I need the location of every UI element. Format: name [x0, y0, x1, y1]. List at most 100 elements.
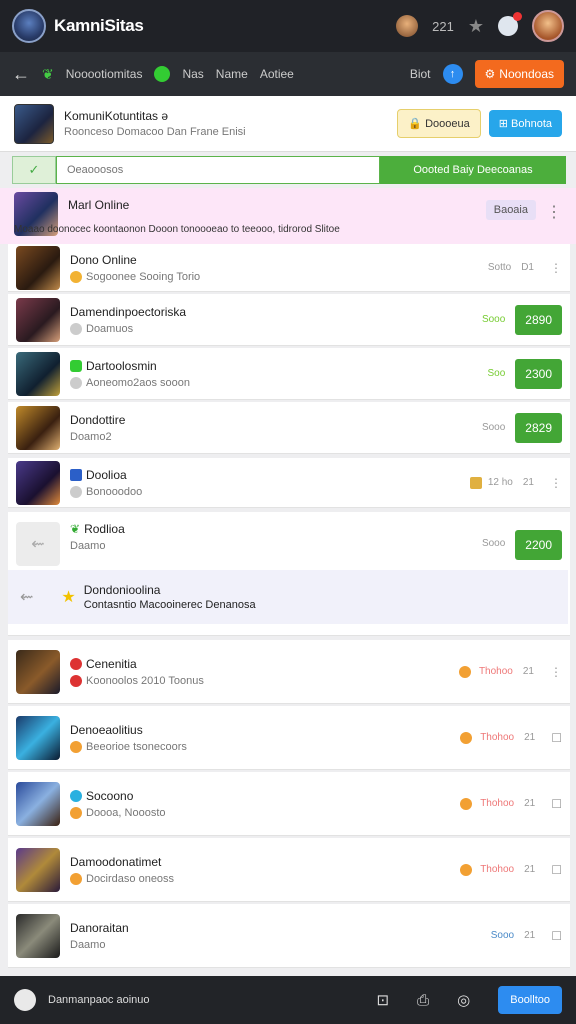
chat-bubble-icon[interactable]	[14, 989, 36, 1011]
item-meta: 12 ho	[487, 477, 513, 488]
list-item[interactable]: Dono Online Sogoonee Sooing Torio Sotto …	[8, 244, 570, 292]
more-options-icon[interactable]: ⋮	[546, 202, 562, 222]
print-icon[interactable]: ⎙	[417, 992, 429, 1009]
secondary-button-label: Doooeua	[425, 118, 470, 130]
coin-icon	[460, 797, 473, 810]
list-item[interactable]: Damoodonatimet Docirdaso oneoss Thohoo 2…	[8, 838, 570, 902]
item-meta: Thohoo	[478, 666, 513, 677]
pinned-row[interactable]: Marl Online Moaao doonocec koontaonon Do…	[0, 188, 576, 244]
check-icon[interactable]: ✓	[12, 156, 56, 184]
nav-item-2[interactable]: Name	[216, 67, 248, 81]
item-title: Dartoolosmin	[86, 358, 157, 373]
gear-icon: ⚙	[484, 67, 496, 81]
item-meta: Sotto	[487, 262, 512, 273]
item-title: Cenenitia	[86, 656, 137, 671]
list-item[interactable]: Doolioa Bonooodoo 12 ho 21 ⋮	[8, 458, 570, 508]
notification-icon[interactable]	[498, 12, 522, 36]
item-thumbnail	[16, 405, 60, 450]
item-title: Rodlioa	[84, 522, 125, 536]
arrow-icon: ⇜	[20, 589, 34, 606]
item-title: Denoeaolitius	[70, 722, 143, 737]
item-count: 21	[524, 798, 536, 809]
secondary-button[interactable]: 🔒 Doooeua	[397, 109, 481, 138]
item-title: Dono Online	[70, 252, 137, 267]
nav-item-0[interactable]: Nooootiomitas	[66, 67, 143, 81]
item-subtitle: Bonooodoo	[86, 485, 143, 498]
more-options-icon[interactable]: ⋮	[550, 261, 562, 275]
search-action-button[interactable]: Oooted Baiy Deecoanas	[380, 156, 566, 184]
placeholder-thumbnail: ⇜	[16, 522, 60, 566]
bottom-label: Danmanpaoc aoinuo	[48, 994, 150, 1006]
item-subtitle: Doamuos	[86, 322, 134, 335]
coin-icon	[70, 270, 82, 283]
item-thumbnail	[16, 649, 60, 694]
list-item[interactable]: Damendinpoectoriska Doamuos Sooo 2890	[8, 294, 570, 346]
pinned-subtitle: Moaao doonocec koontaonon Dooon tonoooea…	[14, 224, 340, 235]
nav-item-3[interactable]: Aotiee	[260, 67, 294, 81]
leaf-icon: ❦	[70, 522, 81, 536]
chat-icon	[70, 359, 82, 372]
shield-icon	[70, 468, 82, 481]
item-meta: Soo	[487, 368, 506, 379]
top-app-bar: KamniSitas 221 ★	[0, 0, 576, 52]
info-icon[interactable]: ↑	[442, 64, 463, 84]
item-thumbnail	[16, 913, 60, 958]
checkbox-icon[interactable]: ☐	[551, 863, 562, 877]
app-logo[interactable]	[12, 9, 46, 43]
list-item[interactable]: Denoeaolitius Beeorioe tsonecoors Thohoo…	[8, 706, 570, 770]
settings-icon[interactable]: ◎	[457, 991, 470, 1009]
checkbox-icon[interactable]: ☐	[551, 797, 562, 811]
star-icon: ★	[61, 589, 76, 606]
item-meta: Sooo	[481, 422, 506, 433]
info-icon	[70, 789, 82, 802]
item-title: Damendinpoectoriska	[70, 304, 187, 319]
score-badge[interactable]: 2890	[515, 304, 562, 335]
grid-icon: ⊞	[498, 118, 508, 130]
item-count: 21	[524, 930, 536, 941]
star-icon[interactable]: ★	[468, 16, 484, 37]
item-subtitle: Sogoonee Sooing Torio	[86, 270, 201, 283]
back-arrow-icon[interactable]: ←	[12, 64, 30, 85]
inner-announcement[interactable]: ⇜ ★ Dondonioolina Contasntio Macooinerec…	[8, 570, 568, 624]
alert-icon	[70, 657, 82, 670]
header-actions: 221 ★	[396, 10, 564, 42]
score-badge[interactable]: 2300	[515, 358, 562, 389]
list-item[interactable]: Dartoolosmin Aoneomo2aos sooon Soo 2300	[8, 348, 570, 400]
item-thumbnail	[16, 351, 60, 396]
list-item[interactable]: Danoraitan Daamo Sooo 21 ☐	[8, 904, 570, 968]
inner-title: Dondonioolina	[83, 583, 161, 597]
item-subtitle: Docirdaso oneoss	[86, 872, 175, 885]
pinned-tag[interactable]: Baoaia	[485, 200, 536, 220]
list-item[interactable]: Socoono Doooa, Nooosto Thohoo 21 ☐	[8, 772, 570, 836]
bottom-primary-button[interactable]: Boolltoo	[498, 986, 562, 1014]
coin-icon	[458, 665, 471, 678]
item-thumbnail	[16, 781, 60, 826]
record-icon	[70, 674, 82, 687]
item-meta: Thohoo	[480, 732, 515, 743]
more-options-icon[interactable]: ⋮	[550, 665, 562, 679]
orange-action-label: Noondoas	[499, 67, 554, 81]
camera-icon[interactable]: ⊡	[377, 991, 390, 1009]
primary-button[interactable]: ⊞ Bohnota	[488, 110, 562, 137]
checkbox-icon[interactable]: ☐	[551, 731, 562, 745]
more-options-icon[interactable]: ⋮	[550, 476, 562, 490]
profile-avatar[interactable]	[532, 10, 564, 42]
orange-action-button[interactable]: ⚙ Noondoas	[474, 60, 564, 88]
item-meta: Thohoo	[480, 864, 515, 875]
item-subtitle: Doamo2	[70, 430, 112, 443]
nav-right-label[interactable]: Biot	[410, 67, 431, 81]
coin-icon	[460, 731, 473, 744]
score-badge[interactable]: 2829	[515, 412, 562, 443]
bottom-bar: Danmanpaoc aoinuo ⊡ ⎙ ◎ Boolltoo	[0, 976, 576, 1024]
list-item[interactable]: Cenenitia Koonoolos 2010 Toonus Thohoo 2…	[8, 640, 570, 704]
checkbox-icon[interactable]: ☐	[551, 929, 562, 943]
lock-icon: 🔒	[408, 118, 423, 130]
search-input[interactable]	[56, 156, 380, 184]
nav-item-1[interactable]: Nas	[182, 67, 203, 81]
community-card-header: KomuniKotuntitas ə Roonceso Domacoo Dan …	[0, 96, 576, 152]
clock-icon	[70, 376, 82, 389]
score-badge[interactable]: 2200	[515, 530, 562, 560]
clock-icon	[70, 322, 82, 335]
list-item[interactable]: Dondottire Doamo2 Sooo 2829	[8, 402, 570, 454]
user-mini-avatar[interactable]	[396, 15, 419, 37]
